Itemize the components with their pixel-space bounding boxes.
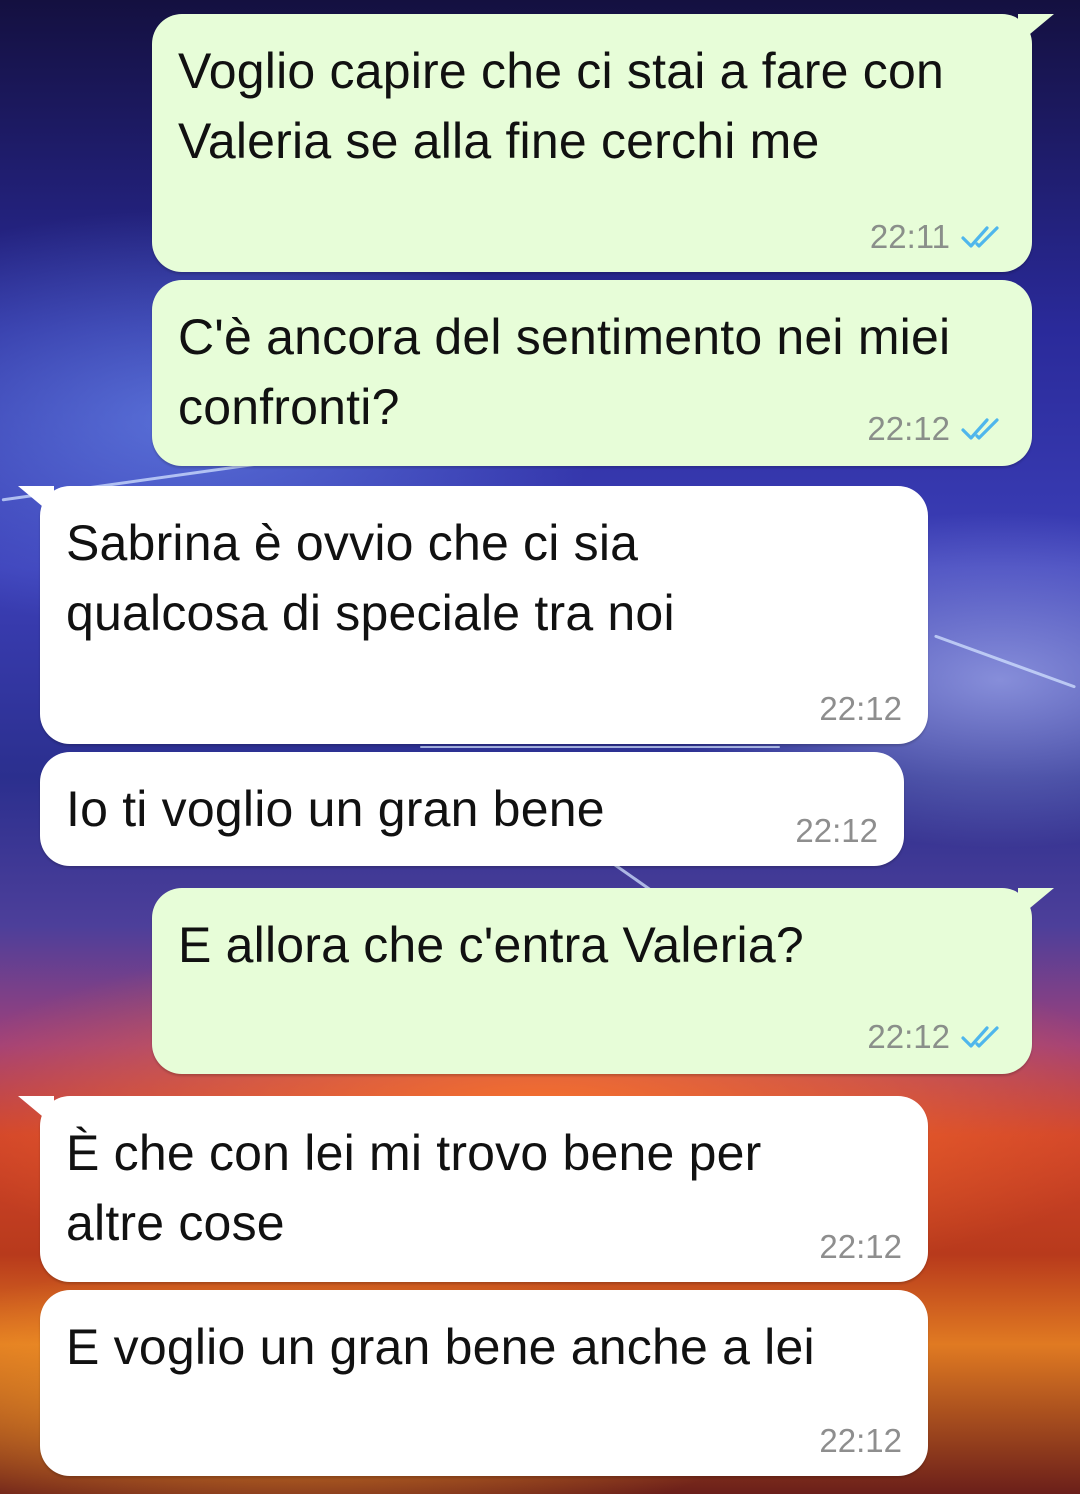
message-text: È che con lei mi trovo bene per altre co… (66, 1125, 762, 1251)
message-meta: 22:11 (870, 218, 1006, 256)
bubble-tail (1018, 888, 1054, 918)
message-time: 22:12 (867, 410, 950, 447)
message-text: Io ti voglio un gran bene (66, 781, 605, 837)
message-text: E voglio un gran bene anche a lei (66, 1319, 815, 1375)
message-time: 22:12 (819, 1422, 902, 1459)
bubble-tail (18, 486, 54, 516)
double-check-icon (961, 226, 999, 248)
wallpaper-lightning (934, 634, 1076, 689)
message-outgoing[interactable]: Voglio capire che ci stai a fare con Val… (152, 14, 1054, 272)
message-time: 22:11 (869, 218, 950, 255)
message-text: E allora che c'entra Valeria? (178, 917, 804, 973)
message-incoming[interactable]: E voglio un gran bene anche a lei 22:12 (40, 1290, 928, 1476)
wallpaper-lightning (420, 746, 780, 748)
message-time: 22:12 (867, 1018, 950, 1055)
double-check-icon (961, 1026, 999, 1048)
message-time: 22:12 (819, 690, 902, 727)
double-check-icon (961, 418, 999, 440)
message-incoming[interactable]: Sabrina è ovvio che ci sia qualcosa di s… (18, 486, 928, 744)
message-text: Sabrina è ovvio che ci sia qualcosa di s… (66, 515, 675, 641)
message-meta: 22:12 (819, 1422, 902, 1460)
message-incoming[interactable]: Io ti voglio un gran bene 22:12 (40, 752, 904, 866)
message-meta: 22:12 (867, 410, 1006, 448)
message-meta: 22:12 (867, 1018, 1006, 1056)
message-outgoing[interactable]: C'è ancora del sentimento nei miei confr… (152, 280, 1032, 466)
message-incoming[interactable]: È che con lei mi trovo bene per altre co… (18, 1096, 928, 1282)
message-time: 22:12 (795, 812, 878, 849)
message-meta: 22:12 (819, 690, 902, 728)
message-outgoing[interactable]: E allora che c'entra Valeria? 22:12 (152, 888, 1054, 1074)
message-meta: 22:12 (819, 1228, 902, 1266)
message-meta: 22:12 (795, 812, 878, 850)
message-text: Voglio capire che ci stai a fare con Val… (178, 43, 944, 169)
message-time: 22:12 (819, 1228, 902, 1265)
bubble-tail (18, 1096, 54, 1126)
bubble-tail (1018, 14, 1054, 44)
